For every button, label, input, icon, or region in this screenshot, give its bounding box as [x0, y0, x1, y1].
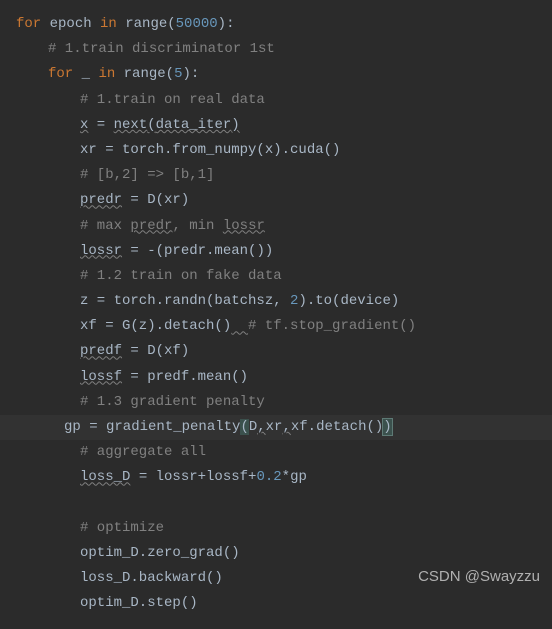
paren-caret: ) — [383, 419, 391, 435]
code-text: gp = gradient_penalty — [64, 419, 240, 435]
code-text: = D(xr) — [122, 192, 189, 208]
code-text: ).to(device) — [298, 293, 399, 309]
number: 0.2 — [256, 469, 281, 485]
var-d: D — [249, 419, 257, 435]
func-next: next — [114, 117, 148, 133]
comment: # tf.stop_gradient() — [248, 318, 416, 334]
keyword-in: in — [100, 16, 117, 32]
paren-close: ): — [218, 16, 235, 32]
code-line-blank — [16, 491, 536, 516]
code-line: lossr = -(predr.mean()) — [16, 239, 536, 264]
comment-lossr: lossr — [223, 218, 265, 234]
code-line: predf = D(xf) — [16, 339, 536, 364]
code-line: xr = torch.from_numpy(x).cuda() — [16, 138, 536, 163]
code-line: for epoch in range(50000): — [16, 12, 536, 37]
var-xr: xr — [266, 419, 283, 435]
keyword-for: for — [16, 16, 41, 32]
paren-close: ): — [182, 66, 199, 82]
code-text: optim_D.step() — [80, 595, 198, 611]
code-line: # max predr, min lossr — [16, 214, 536, 239]
code-text: z = torch.randn(batchsz, — [80, 293, 290, 309]
var-predf: predf — [80, 343, 122, 359]
comment-predr: predr — [130, 218, 172, 234]
paren: ( — [147, 117, 155, 133]
code-line: # aggregate all — [16, 440, 536, 465]
comment: # 1.train discriminator 1st — [48, 41, 275, 57]
code-line-highlighted: gp = gradient_penalty(D,xr,xf.detach()) — [0, 415, 552, 440]
code-text: = D(xf) — [122, 343, 189, 359]
code-text: xf.detach( — [291, 419, 375, 435]
op-eq: = — [88, 117, 113, 133]
code-text: = -(predr.mean()) — [122, 243, 273, 259]
comment: # [b,2] => [b,1] — [80, 167, 214, 183]
comment: # 1.train on real data — [80, 92, 265, 108]
code-text: *gp — [282, 469, 307, 485]
comment: # 1.3 gradient penalty — [80, 394, 265, 410]
comment: # max — [80, 218, 130, 234]
comment: # 1.2 train on fake data — [80, 268, 282, 284]
comment: # optimize — [80, 520, 164, 536]
code-line: for _ in range(5): — [16, 62, 536, 87]
code-line: optim_D.step() — [16, 591, 536, 616]
code-line: # 1.2 train on fake data — [16, 264, 536, 289]
keyword-in: in — [98, 66, 115, 82]
var-lossf: lossf — [80, 369, 122, 385]
func-range: range( — [117, 16, 176, 32]
code-line: # 1.train on real data — [16, 88, 536, 113]
func-range: range( — [115, 66, 174, 82]
code-text: loss_D.backward() — [80, 570, 223, 586]
code-text: = lossr+lossf+ — [130, 469, 256, 485]
watermark: CSDN @Swayzzu — [418, 563, 540, 590]
code-text: optim_D.zero_grad() — [80, 545, 240, 561]
code-line: loss_D = lossr+lossf+0.2*gp — [16, 465, 536, 490]
code-line: z = torch.randn(batchsz, 2).to(device) — [16, 289, 536, 314]
var-predr: predr — [80, 192, 122, 208]
comma: , — [282, 419, 290, 435]
code-line: # optimize — [16, 516, 536, 541]
code-line: xf = G(z).detach() # tf.stop_gradient() — [16, 314, 536, 339]
number: 50000 — [176, 16, 218, 32]
space — [231, 318, 248, 334]
code-block: for epoch in range(50000): # 1.train dis… — [0, 0, 552, 629]
code-text: xr = torch.from_numpy(x).cuda() — [80, 142, 340, 158]
comma: , — [257, 419, 265, 435]
paren: ) — [231, 117, 239, 133]
var-loss-d: loss_D — [80, 469, 130, 485]
comment: # aggregate all — [80, 444, 206, 460]
var-lossr: lossr — [80, 243, 122, 259]
comment: , min — [172, 218, 222, 234]
var-underscore: _ — [73, 66, 98, 82]
var-epoch: epoch — [41, 16, 100, 32]
code-line: x = next(data_iter) — [16, 113, 536, 138]
code-text: = predf.mean() — [122, 369, 248, 385]
paren-hl: ( — [240, 419, 248, 435]
keyword-for: for — [48, 66, 73, 82]
var-data-iter: data_iter — [156, 117, 232, 133]
code-line: lossf = predf.mean() — [16, 365, 536, 390]
code-line: # 1.train discriminator 1st — [16, 37, 536, 62]
code-line: predr = D(xr) — [16, 188, 536, 213]
code-text: xf = G(z).detach() — [80, 318, 231, 334]
code-line: # 1.3 gradient penalty — [16, 390, 536, 415]
code-line: # [b,2] => [b,1] — [16, 163, 536, 188]
